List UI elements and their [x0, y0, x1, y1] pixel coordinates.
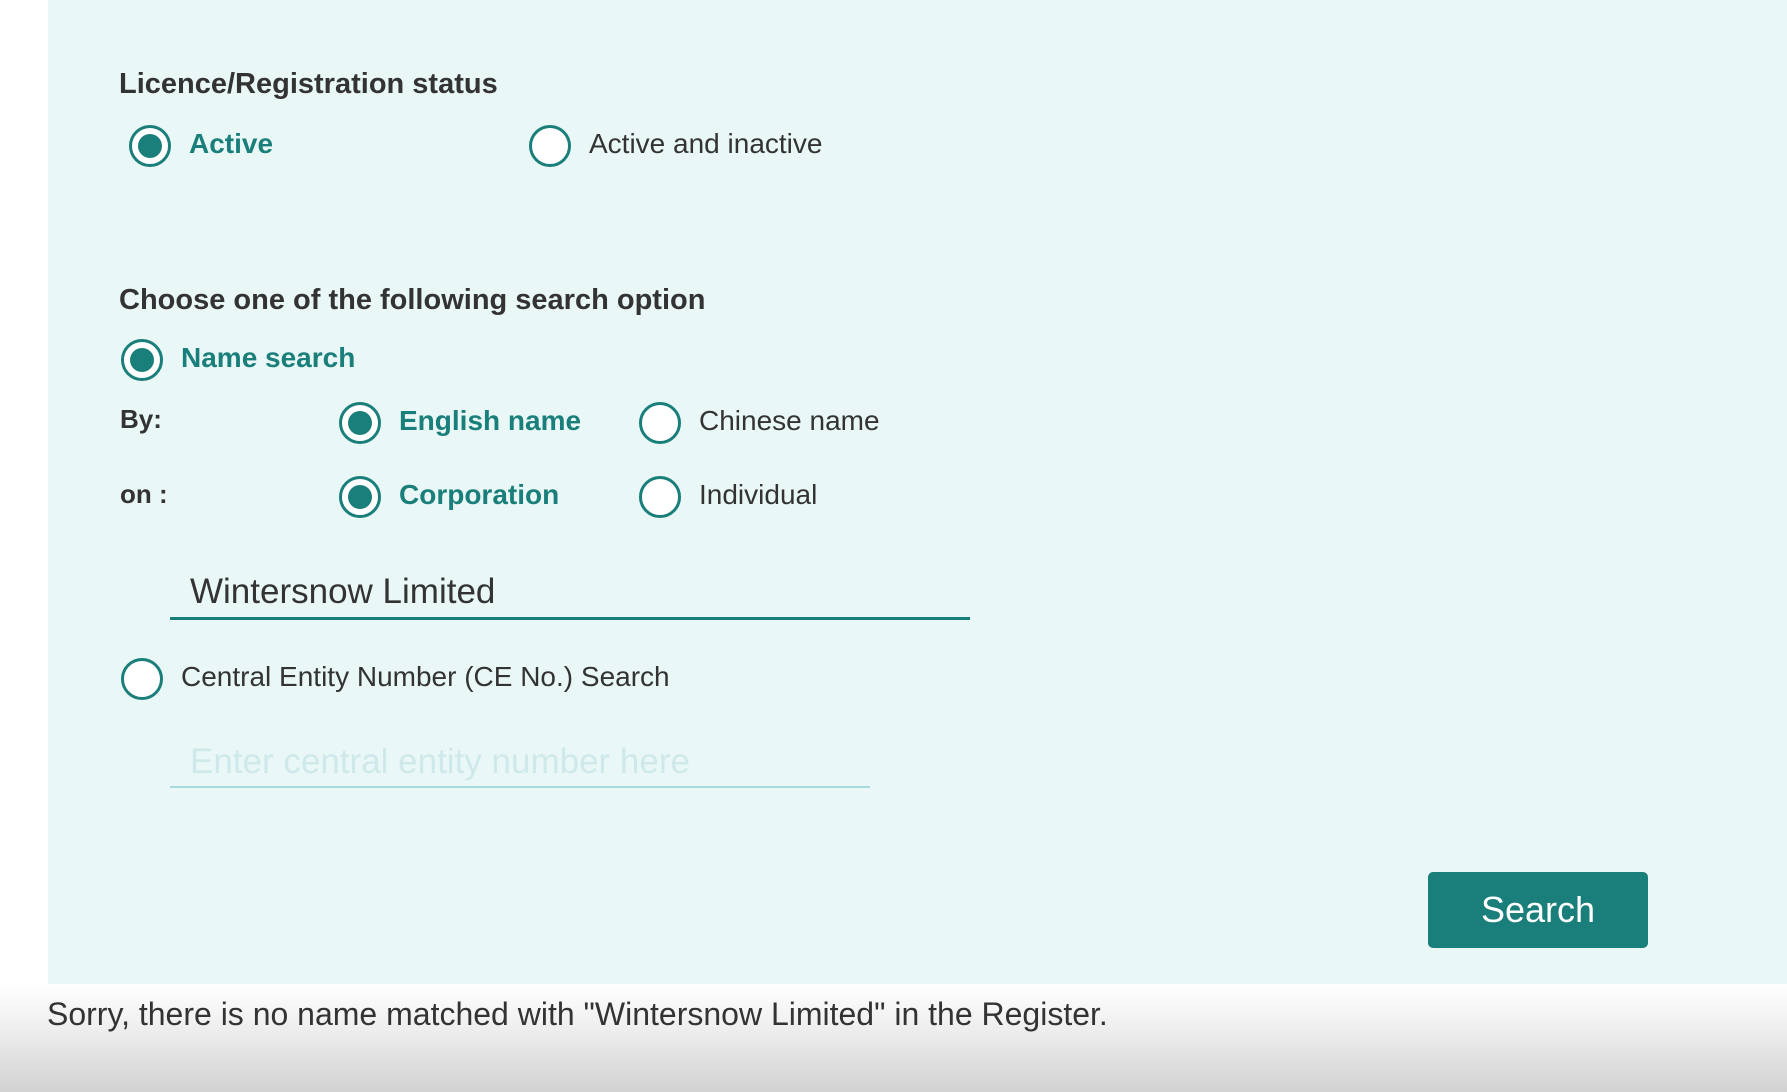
english-name-label[interactable]: English name: [399, 405, 581, 437]
corporation-label[interactable]: Corporation: [399, 479, 559, 511]
search-option-heading: Choose one of the following search optio…: [119, 284, 706, 316]
ce-number-input[interactable]: [170, 738, 870, 788]
status-active-label[interactable]: Active: [189, 128, 273, 160]
chinese-name-radio[interactable]: [639, 402, 681, 444]
search-button[interactable]: Search: [1428, 872, 1648, 948]
name-search-label[interactable]: Name search: [181, 342, 355, 374]
status-active-radio[interactable]: [129, 125, 171, 167]
on-label: on :: [120, 479, 168, 509]
ce-search-radio[interactable]: [121, 658, 163, 700]
no-match-message: Sorry, there is no name matched with "Wi…: [47, 996, 1108, 1032]
name-search-radio[interactable]: [121, 339, 163, 381]
ce-search-label[interactable]: Central Entity Number (CE No.) Search: [181, 661, 670, 693]
corporation-radio[interactable]: [339, 476, 381, 518]
individual-radio[interactable]: [639, 476, 681, 518]
status-heading: Licence/Registration status: [119, 68, 498, 100]
english-name-radio[interactable]: [339, 402, 381, 444]
chinese-name-label[interactable]: Chinese name: [699, 405, 880, 437]
search-form-panel: Licence/Registration status Active Activ…: [48, 0, 1787, 984]
individual-label[interactable]: Individual: [699, 479, 817, 511]
name-search-input[interactable]: [170, 566, 970, 620]
status-active-inactive-label[interactable]: Active and inactive: [589, 128, 822, 160]
status-active-inactive-radio[interactable]: [529, 125, 571, 167]
by-label: By:: [120, 404, 162, 434]
